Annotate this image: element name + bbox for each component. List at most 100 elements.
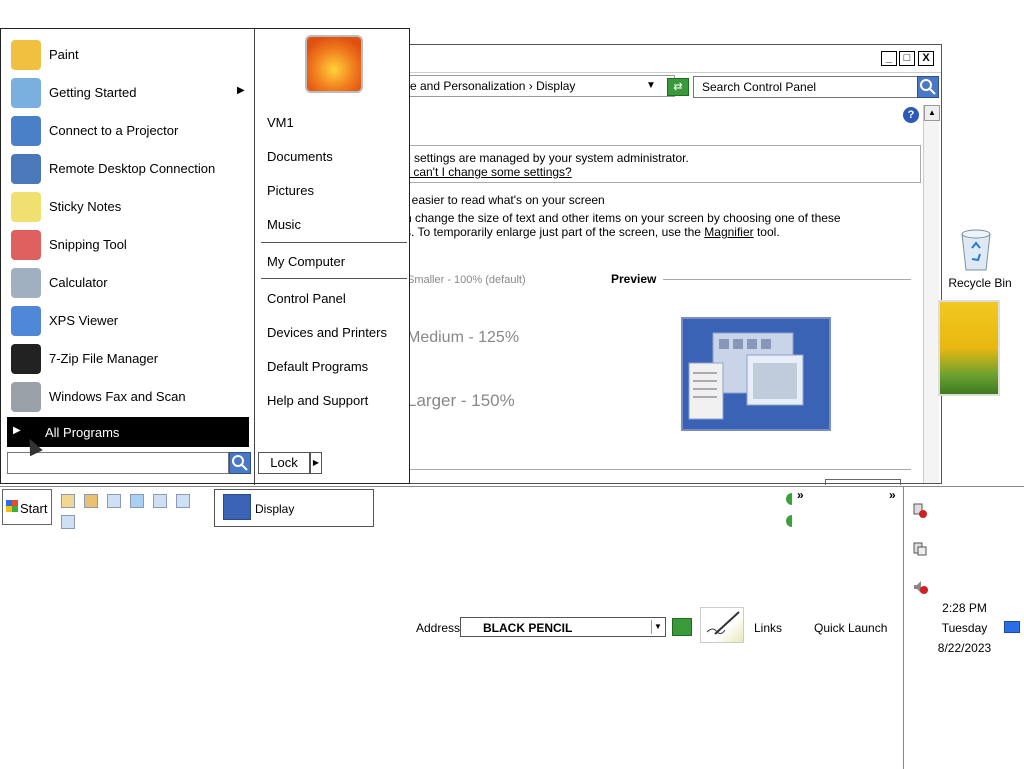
separator: [261, 242, 407, 243]
help-icon[interactable]: ?: [903, 107, 919, 123]
sidebar-item-help-support[interactable]: Help and Support: [267, 393, 368, 408]
option-medium[interactable]: Medium - 125%: [407, 329, 519, 347]
search-icon[interactable]: [229, 452, 251, 474]
user-folder-icon[interactable]: [84, 494, 98, 508]
monitor-icon: [223, 494, 251, 520]
search-placeholder: Search Control Panel: [702, 80, 817, 94]
chevron-icon[interactable]: »: [889, 488, 896, 502]
windows-logo-icon: [6, 500, 18, 512]
search-input[interactable]: Search Control Panel: [693, 76, 918, 98]
program-label: Snipping Tool: [49, 237, 127, 252]
fax-scan-icon: [11, 382, 41, 412]
program-item[interactable]: Snipping Tool: [11, 227, 247, 261]
sidebar-item-documents[interactable]: Documents: [267, 149, 333, 164]
display-preview-image: [681, 317, 831, 431]
all-programs-button[interactable]: ▶ All Programs: [7, 417, 249, 447]
network-icon[interactable]: [130, 494, 144, 508]
control-panel-window: _ □ X e and Personalization › Display ▼ …: [385, 44, 942, 485]
vertical-scrollbar[interactable]: ▲: [923, 105, 940, 483]
search-icon[interactable]: [917, 76, 939, 98]
start-menu-places-pane: VM1 Documents Pictures Music My Computer…: [255, 29, 411, 485]
program-item[interactable]: Connect to a Projector: [11, 113, 247, 147]
program-item[interactable]: Calculator: [11, 265, 247, 299]
getting-started-icon: [11, 78, 41, 108]
description-line-1: n change the size of text and other item…: [405, 211, 841, 225]
separator: [261, 278, 407, 279]
minimize-button[interactable]: _: [881, 51, 897, 66]
option-larger[interactable]: Larger - 150%: [407, 391, 515, 411]
sidebar-item-vm1[interactable]: VM1: [267, 115, 294, 130]
address-input[interactable]: BLACK PENCIL ▼: [460, 617, 666, 637]
admin-info-box: e settings are managed by your system ad…: [385, 145, 921, 183]
go-button[interactable]: [672, 618, 692, 636]
refresh-button[interactable]: ⇄: [667, 78, 689, 96]
program-item[interactable]: Remote Desktop Connection: [11, 151, 247, 185]
maximize-button[interactable]: □: [899, 51, 915, 66]
program-item[interactable]: 7-Zip File Manager: [11, 341, 247, 375]
flag-alert-icon[interactable]: [912, 503, 928, 519]
close-button[interactable]: X: [918, 51, 934, 66]
seven-zip-icon: [11, 344, 41, 374]
sidebar-item-pictures[interactable]: Pictures: [267, 183, 314, 198]
sidebar-item-devices-printers[interactable]: Devices and Printers: [267, 325, 387, 340]
snipping-tool-icon: [11, 230, 41, 260]
description-text: s. To temporarily enlarge just part of t…: [405, 225, 705, 239]
chevron-right-icon: ▶: [13, 425, 21, 436]
title-bar[interactable]: _ □ X: [405, 45, 941, 73]
program-item[interactable]: Windows Fax and Scan: [11, 379, 247, 413]
description-line-2: s. To temporarily enlarge just part of t…: [405, 225, 780, 239]
calculator-icon: [11, 268, 41, 298]
system-tray: 2:28 PM Tuesday 8/22/2023: [903, 487, 1024, 769]
paint-icon: [11, 40, 41, 70]
option-smaller[interactable]: Smaller - 100% (default): [407, 274, 526, 286]
taskbar-item-display[interactable]: Display: [214, 489, 374, 527]
program-label: Windows Fax and Scan: [49, 389, 186, 404]
remote-desktop-icon[interactable]: [153, 494, 167, 508]
pencil-signature-icon[interactable]: [700, 607, 744, 643]
show-desktop-icon[interactable]: [1004, 621, 1020, 633]
lock-button[interactable]: Lock: [258, 452, 310, 474]
sidebar-item-my-computer[interactable]: My Computer: [267, 254, 345, 269]
program-label: Paint: [49, 47, 79, 62]
program-label: Sticky Notes: [49, 199, 122, 214]
chevron-down-icon[interactable]: ▼: [646, 80, 656, 91]
user-avatar[interactable]: [305, 35, 363, 93]
program-item[interactable]: Paint: [11, 37, 247, 71]
start-button[interactable]: Start: [2, 489, 52, 525]
sidebar-item-control-panel[interactable]: Control Panel: [267, 291, 346, 306]
apply-button[interactable]: [825, 479, 901, 485]
chevron-icon[interactable]: »: [797, 488, 804, 502]
clock-date[interactable]: 8/22/2023: [904, 641, 1024, 655]
program-item[interactable]: Sticky Notes: [11, 189, 247, 223]
links-toolbar-label[interactable]: Links: [754, 621, 782, 635]
chevron-down-icon[interactable]: ▼: [651, 620, 664, 634]
start-search-input[interactable]: [7, 452, 229, 474]
tulips-photo-thumbnail: [938, 300, 1000, 396]
volume-muted-icon[interactable]: [912, 579, 928, 595]
sidebar-item-music[interactable]: Music: [267, 217, 301, 232]
program-label: XPS Viewer: [49, 313, 119, 328]
scroll-up-button[interactable]: ▲: [924, 105, 940, 121]
computer-icon[interactable]: [107, 494, 121, 508]
sidebar-item-default-programs[interactable]: Default Programs: [267, 359, 368, 374]
network-status-icon[interactable]: [912, 541, 928, 557]
breadcrumb-text[interactable]: e and Personalization › Display: [410, 79, 575, 93]
display-settings-icon[interactable]: [61, 515, 75, 529]
recycle-bin-icon[interactable]: [958, 224, 994, 272]
breadcrumb[interactable]: e and Personalization › Display ▼: [405, 75, 675, 97]
folder-icon[interactable]: [61, 494, 75, 508]
quick-launch-label[interactable]: Quick Launch: [814, 621, 887, 635]
clock-time[interactable]: 2:28 PM: [904, 601, 1024, 615]
why-cant-change-link[interactable]: y can't I change some settings?: [404, 165, 572, 179]
program-item[interactable]: XPS Viewer: [11, 303, 247, 337]
taskbar: Start Display » » Address BLACK PENCIL ▼…: [0, 486, 1024, 769]
magnifier-link[interactable]: Magnifier: [704, 225, 753, 239]
program-label: Remote Desktop Connection: [49, 161, 216, 176]
control-panel-icon[interactable]: [176, 494, 190, 508]
status-indicator: [786, 515, 792, 527]
address-value[interactable]: BLACK PENCIL: [483, 621, 572, 635]
shutdown-options-button[interactable]: ▶: [310, 452, 322, 474]
program-item[interactable]: Getting Started ▶: [11, 75, 247, 109]
remote-desktop-icon: [11, 154, 41, 184]
start-label: Start: [20, 501, 48, 516]
